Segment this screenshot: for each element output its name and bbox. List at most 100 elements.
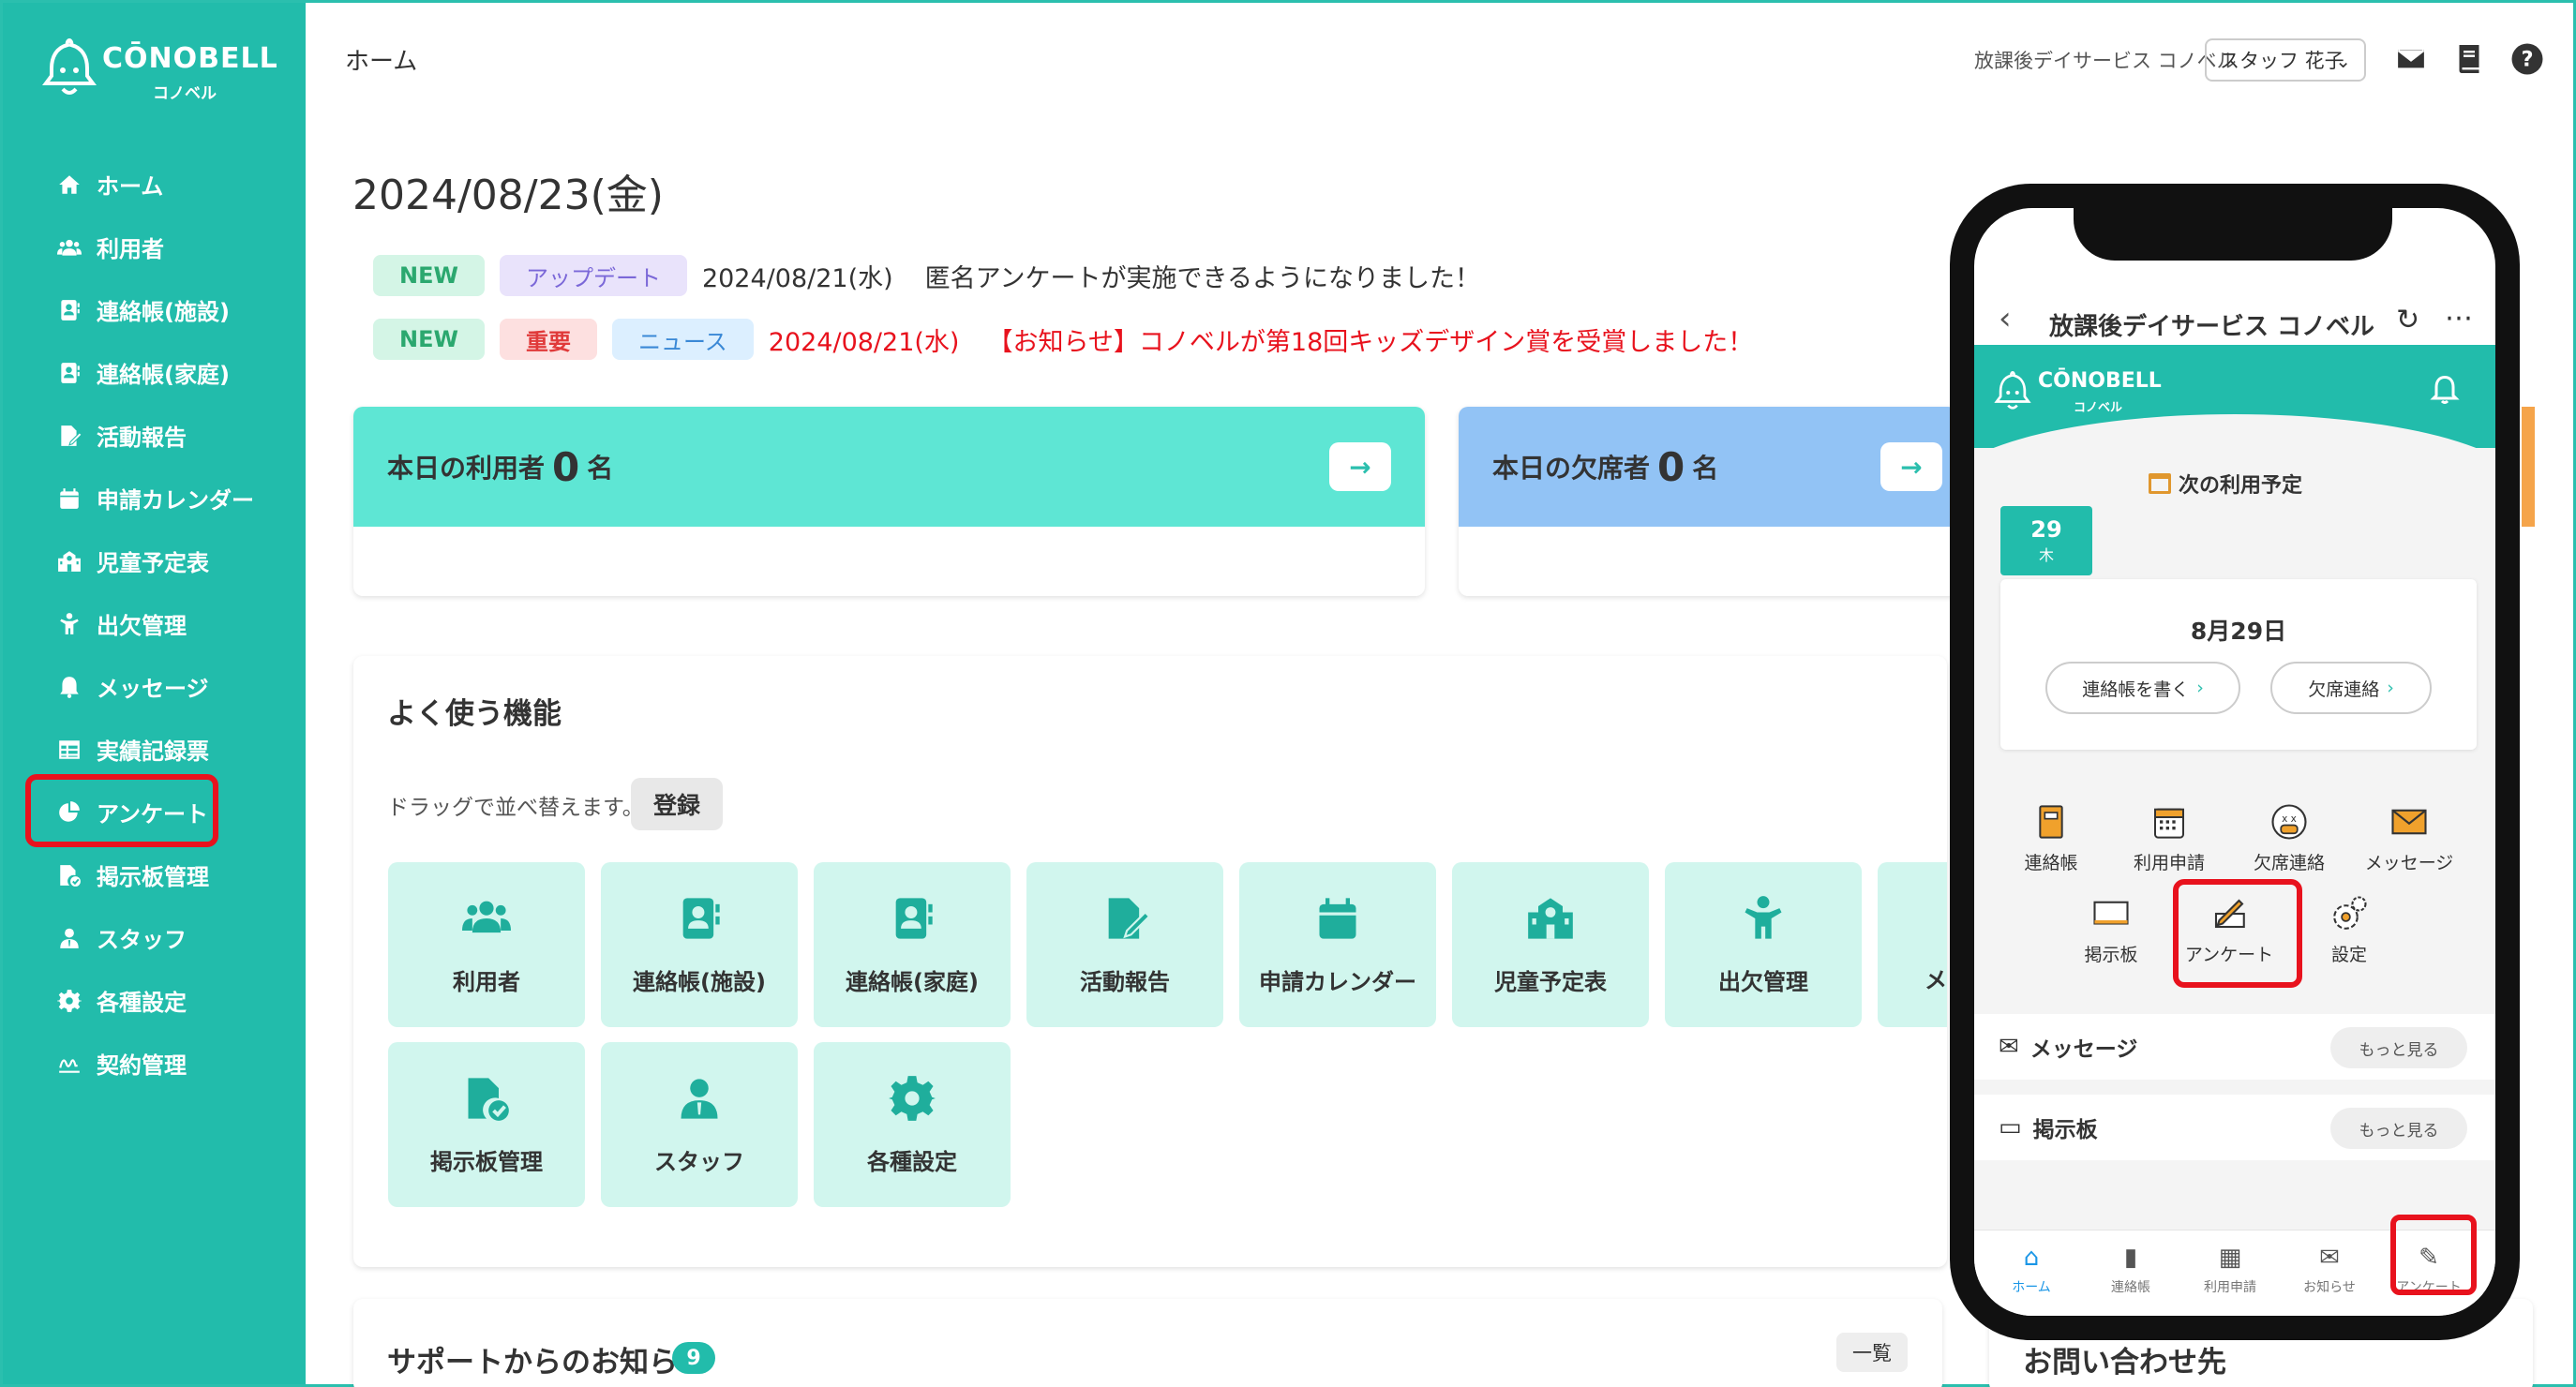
- tile-users[interactable]: 利用者: [388, 862, 585, 1027]
- notification-bell-icon[interactable]: [2428, 373, 2462, 407]
- sidebar-item-users[interactable]: 利用者: [3, 216, 306, 278]
- today-users-unit: 名: [587, 453, 614, 484]
- today-users-card: 本日の利用者 0 名 →: [353, 407, 1425, 596]
- home-icon: [55, 171, 83, 199]
- phone-feature-message[interactable]: メッセージ: [2353, 800, 2465, 885]
- feature-label: メッセージ: [2364, 853, 2454, 873]
- feature-label: 利用申請: [2133, 853, 2205, 873]
- calendar-icon: [2149, 473, 2171, 494]
- tile-calendar[interactable]: 申請カレンダー: [1239, 862, 1436, 1027]
- sidebar-item-records[interactable]: 実績記録票: [3, 718, 306, 781]
- news-date: 2024/08/21(水): [701, 263, 893, 293]
- sidebar-item-staff[interactable]: スタッフ: [3, 906, 306, 969]
- sidebar-item-board[interactable]: 掲示板管理: [3, 843, 306, 906]
- tile-label: 活動報告: [1080, 968, 1170, 995]
- sidebar-item-label: スタッフ: [97, 927, 187, 953]
- tile-child-schedule[interactable]: 児童予定表: [1452, 862, 1649, 1027]
- update-badge: アップデート: [499, 255, 687, 296]
- sidebar-item-contract[interactable]: 契約管理: [3, 1032, 306, 1095]
- feature-label: 設定: [2330, 945, 2367, 965]
- today-users-arrow-button[interactable]: →: [1329, 442, 1391, 491]
- feature-label: 連絡帳: [2024, 853, 2078, 873]
- reload-icon[interactable]: ↻: [2396, 304, 2419, 336]
- tile-contact-home[interactable]: 連絡帳(家庭): [814, 862, 1011, 1027]
- chevron-right-icon: ›: [2196, 678, 2204, 698]
- calendar-icon: [55, 485, 83, 513]
- sidebar-item-home[interactable]: ホーム: [3, 153, 306, 216]
- logo-text: CŌNOBELL: [2038, 369, 2162, 393]
- support-list-button[interactable]: 一覧: [1836, 1333, 1908, 1372]
- sidebar-item-label: 利用者: [97, 236, 164, 262]
- logo-sub: コノベル: [2074, 401, 2123, 415]
- sidebar-item-calendar[interactable]: 申請カレンダー: [3, 467, 306, 529]
- tile-label: 申請カレンダー: [1259, 968, 1416, 995]
- sidebar-item-label: ホーム: [97, 173, 164, 200]
- manual-icon[interactable]: [2452, 42, 2486, 76]
- logo-sub: コノベル: [153, 84, 217, 103]
- tile-label: 児童予定表: [1494, 968, 1607, 995]
- today-absent-arrow-button[interactable]: →: [1880, 442, 1942, 491]
- bell-icon: [55, 673, 83, 701]
- contact-book-icon: [675, 894, 724, 947]
- phone-feature-usage-request[interactable]: 利用申請: [2113, 800, 2225, 885]
- sidebar-item-label: 実績記録票: [97, 738, 209, 765]
- sidebar-item-message[interactable]: メッセージ: [3, 655, 306, 718]
- message-more-button[interactable]: もっと見る: [2330, 1027, 2467, 1068]
- bell-logo-icon: [1994, 370, 2031, 410]
- board-section-title: 掲示板: [2032, 1118, 2098, 1142]
- tile-board[interactable]: 掲示板管理: [388, 1042, 585, 1207]
- back-icon[interactable]: ‹: [1999, 300, 2012, 337]
- envelope-icon: ✉: [2319, 1244, 2340, 1272]
- tile-activity-report[interactable]: 活動報告: [1026, 862, 1223, 1027]
- phone-survey-highlight-box: [2173, 879, 2302, 988]
- sidebar-item-attendance[interactable]: 出欠管理: [3, 592, 306, 655]
- board-icon: [462, 1074, 511, 1126]
- sidebar-item-contact-facility[interactable]: 連絡帳(施設): [3, 278, 306, 341]
- sidebar-item-label: 連絡帳(家庭): [97, 362, 230, 388]
- sidebar-item-contact-home[interactable]: 連絡帳(家庭): [3, 341, 306, 404]
- news-row-1[interactable]: NEW アップデート 2024/08/21(水) 匿名アンケートが実施できるよう…: [373, 255, 1480, 296]
- help-icon[interactable]: ?: [2510, 42, 2544, 76]
- today-absent-card: 本日の欠席者 0 名 →: [1459, 407, 1957, 596]
- staff-select[interactable]: スタッフ 花子 ⌄: [2205, 38, 2366, 82]
- news-date: 2024/08/21(水): [768, 327, 960, 357]
- envelope-icon: [2387, 800, 2432, 843]
- message-section-title: メッセージ: [2029, 1037, 2138, 1062]
- phone-tab-usage-request[interactable]: ▦ 利用申請: [2188, 1244, 2272, 1296]
- next-schedule-label: 次の利用予定: [2179, 474, 2303, 498]
- tile-message-partial[interactable]: メ: [1878, 862, 1947, 1027]
- write-contact-button[interactable]: 連絡帳を書く ›: [2045, 662, 2240, 714]
- sidebar-item-settings[interactable]: 各種設定: [3, 969, 306, 1032]
- phone-feature-settings[interactable]: 設定: [2293, 892, 2405, 977]
- sidebar-item-label: 連絡帳(施設): [97, 299, 230, 325]
- phone-tab-home[interactable]: ⌂ ホーム: [1989, 1244, 2074, 1296]
- board-more-button[interactable]: もっと見る: [2330, 1108, 2467, 1149]
- phone-survey-tab-highlight-box: [2390, 1215, 2477, 1295]
- tile-label: メ: [1925, 966, 1947, 993]
- sidebar-item-child-schedule[interactable]: 児童予定表: [3, 529, 306, 592]
- frequent-functions-card: よく使う機能 ドラッグで並べ替えます。 登録 利用者 連絡帳(施設) 連絡帳(家…: [353, 656, 1947, 1267]
- sidebar-item-label: 申請カレンダー: [97, 487, 254, 514]
- phone-feature-contact-book[interactable]: 連絡帳: [1995, 800, 2107, 885]
- brand-logo[interactable]: CŌNOBELL コノベル: [40, 37, 284, 103]
- more-icon[interactable]: ⋯: [2445, 302, 2473, 335]
- mail-icon[interactable]: [2394, 42, 2428, 76]
- today-users-count: 0: [552, 443, 580, 490]
- news-row-2[interactable]: NEW 重要 ニュース 2024/08/21(水) 【お知らせ】コノベルが第18…: [373, 319, 1753, 360]
- register-button[interactable]: 登録: [631, 778, 723, 830]
- phone-tab-contact-book[interactable]: ▮ 連絡帳: [2089, 1244, 2173, 1296]
- tile-attendance[interactable]: 出欠管理: [1665, 862, 1862, 1027]
- staff-icon: [55, 924, 83, 952]
- tile-settings[interactable]: 各種設定: [814, 1042, 1011, 1207]
- board-icon: [55, 861, 83, 889]
- tile-staff[interactable]: スタッフ: [601, 1042, 798, 1207]
- absent-contact-button[interactable]: 欠席連絡 ›: [2270, 662, 2432, 714]
- contract-icon: [55, 1050, 83, 1078]
- phone-feature-absence[interactable]: x x 欠席連絡: [2233, 800, 2345, 885]
- phone-feature-board[interactable]: 掲示板: [2055, 892, 2167, 977]
- sidebar-item-activity-report[interactable]: 活動報告: [3, 404, 306, 467]
- tile-contact-facility[interactable]: 連絡帳(施設): [601, 862, 798, 1027]
- phone-tab-notice[interactable]: ✉ お知らせ: [2287, 1244, 2372, 1296]
- day-badge[interactable]: 29 木: [2000, 506, 2092, 575]
- contact-book-icon: [55, 296, 83, 324]
